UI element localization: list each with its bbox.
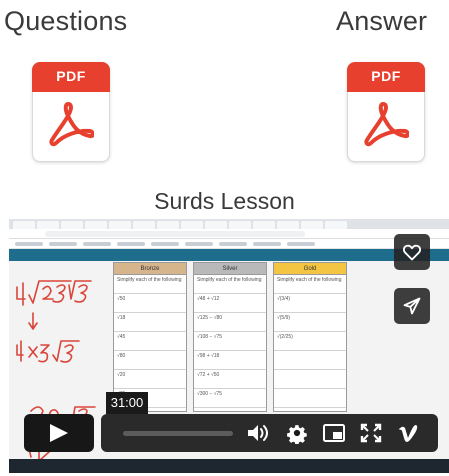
paper-plane-icon <box>403 297 421 315</box>
pdf-label: PDF <box>56 68 86 84</box>
vimeo-icon[interactable] <box>397 422 421 444</box>
question-row: √(5/9) <box>274 313 346 332</box>
question-row: √(3/4) <box>274 294 346 313</box>
question-row: √300 − √75 <box>194 389 266 408</box>
question-row <box>274 351 346 370</box>
question-row <box>274 370 346 389</box>
questions-pdf-link[interactable]: PDF <box>32 62 110 162</box>
progress-bar[interactable] <box>123 431 233 436</box>
question-row: Simplify each of the following <box>274 275 346 294</box>
question-row: √50 <box>114 294 186 313</box>
browser-bookmarks-bar <box>9 239 449 249</box>
column-header: Silver <box>194 263 266 275</box>
play-button[interactable] <box>24 414 94 452</box>
worksheet-toolbar <box>9 249 449 261</box>
bronze-column: Bronze Simplify each of the following √5… <box>113 262 187 412</box>
pdf-label: PDF <box>371 68 401 84</box>
questions-heading: Questions <box>4 6 128 36</box>
question-row: √125 − √80 <box>194 313 266 332</box>
lesson-title: Surds Lesson <box>154 188 295 214</box>
question-row <box>274 389 346 408</box>
question-row: √108 − √75 <box>194 332 266 351</box>
volume-icon[interactable] <box>246 422 270 444</box>
question-row: √72 + √50 <box>194 370 266 389</box>
gear-icon[interactable] <box>285 422 309 445</box>
pip-icon[interactable] <box>322 422 346 444</box>
question-row: √(2/25) <box>274 332 346 351</box>
question-row: √18 <box>114 313 186 332</box>
duration-label: 31:00 <box>106 392 148 414</box>
browser-address-bar <box>9 229 449 239</box>
acrobat-icon <box>364 102 409 147</box>
player-control-bar <box>101 414 438 452</box>
question-row: √80 <box>114 351 186 370</box>
column-header: Gold <box>274 263 346 275</box>
windows-taskbar <box>9 459 449 473</box>
acrobat-icon <box>49 102 94 147</box>
column-header: Bronze <box>114 263 186 275</box>
fullscreen-icon[interactable] <box>359 422 383 444</box>
question-row: Simplify each of the following <box>194 275 266 294</box>
like-button[interactable] <box>394 234 430 270</box>
question-row: √20 <box>114 370 186 389</box>
answer-heading: Answer <box>336 6 428 36</box>
answer-pdf-link[interactable]: PDF <box>347 62 425 162</box>
question-row: √45 <box>114 332 186 351</box>
heart-icon <box>402 244 422 261</box>
question-row: √48 + √12 <box>194 294 266 313</box>
question-row: √98 + √18 <box>194 351 266 370</box>
question-row: Simplify each of the following <box>114 275 186 294</box>
share-button[interactable] <box>394 288 430 324</box>
silver-column: Silver Simplify each of the following √4… <box>193 262 267 412</box>
play-icon <box>50 424 68 442</box>
browser-tab-strip <box>9 219 449 229</box>
gold-column: Gold Simplify each of the following √(3/… <box>273 262 347 412</box>
